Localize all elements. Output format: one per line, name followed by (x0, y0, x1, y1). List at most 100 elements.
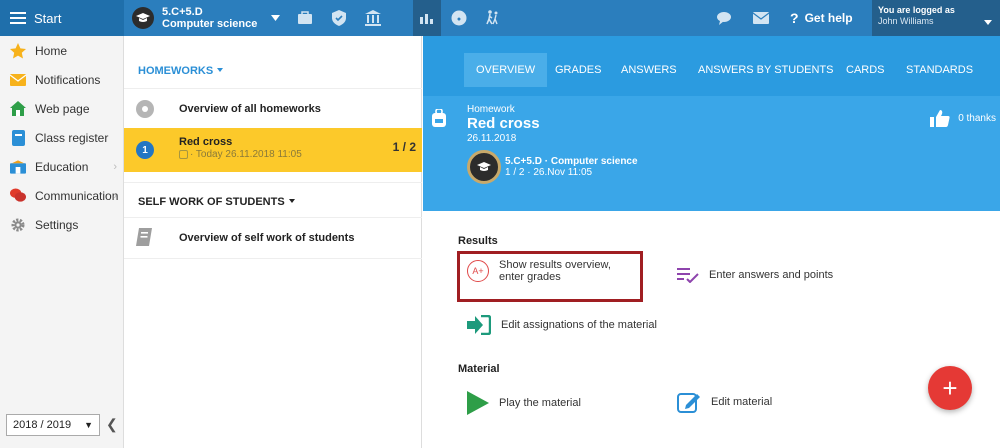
start-menu-button[interactable]: Start (0, 0, 124, 36)
sidebar-item-class-register[interactable]: Class register (0, 123, 123, 152)
thumbs-up-icon (930, 110, 950, 127)
hamburger-icon (10, 12, 26, 24)
homeworks-panel: HOMEWORKS Overview of all homeworks 1 Re… (124, 36, 422, 448)
results-heading: Results (458, 235, 498, 247)
select-arrow-icon: ▼ (84, 420, 93, 430)
star-icon (10, 42, 26, 59)
svg-text:●: ● (457, 16, 461, 23)
tab-answers-by-students[interactable]: ANSWERS BY STUDENTS (686, 53, 846, 87)
sidebar-item-notifications[interactable]: Notifications (0, 65, 123, 94)
all-homeworks-icon (136, 100, 154, 118)
class-subject: Computer science (162, 18, 258, 30)
overview-all-homeworks-label: Overview of all homeworks (179, 103, 321, 115)
material-heading: Material (458, 363, 500, 375)
user-menu[interactable]: You are logged as John Williams (872, 0, 1000, 36)
top-bar: Start 5.C+5.D Computer science ● ? Get h… (0, 0, 1000, 36)
edit-material-label: Edit material (711, 396, 773, 408)
chevron-down-icon (984, 20, 992, 25)
play-material-button[interactable]: Play the material (467, 391, 581, 415)
class-selector[interactable]: 5.C+5.D Computer science (132, 2, 281, 34)
sidebar-item-web-page[interactable]: Web page (0, 94, 123, 123)
sidebar-item-label: Web page (35, 101, 90, 116)
overview-self-work[interactable]: Overview of self work of students (124, 222, 422, 254)
briefcase-icon[interactable] (296, 9, 314, 27)
homework-item-title: Red cross (179, 136, 233, 148)
walking-person-icon[interactable] (484, 9, 502, 27)
chat-icon (10, 188, 26, 204)
school-year-value: 2018 / 2019 (13, 419, 72, 431)
backpack-icon (431, 108, 447, 130)
sidebar-item-label: Settings (35, 217, 79, 232)
edit-assignations-button[interactable]: Edit assignations of the material (467, 315, 657, 335)
help-button[interactable]: ? Get help (790, 0, 853, 36)
envelope-icon (10, 72, 26, 88)
homework-kind: Homework (467, 104, 515, 115)
chat-icon[interactable] (716, 9, 734, 27)
badge-icon[interactable]: ● (450, 9, 468, 27)
chevron-down-icon (271, 15, 281, 21)
sidebar-item-label: Education (35, 159, 89, 174)
edit-material-button[interactable]: Edit material (677, 391, 772, 413)
sidebar-item-communication[interactable]: Communication › (0, 181, 123, 210)
sidebar-item-home[interactable]: Home (0, 36, 123, 65)
sidebar-item-label: Home (35, 43, 68, 58)
edit-assignations-label: Edit assignations of the material (501, 319, 657, 331)
sidebar-item-education[interactable]: Education › (0, 152, 123, 181)
tab-overview[interactable]: OVERVIEW (464, 53, 548, 87)
overview-all-homeworks[interactable]: Overview of all homeworks (124, 90, 422, 128)
class-avatar (467, 150, 501, 184)
sidebar: Home Notifications Web page Class regist… (0, 36, 124, 448)
education-icon (10, 159, 26, 175)
homeworks-title: HOMEWORKS (138, 65, 214, 77)
add-button[interactable]: + (928, 366, 972, 410)
institution-icon[interactable] (364, 9, 382, 27)
homework-number-badge: 1 (136, 141, 154, 159)
homework-class: 5.C+5.D · Computer science (505, 156, 638, 167)
sidebar-item-label: Notifications (35, 72, 101, 87)
gear-icon (10, 217, 26, 233)
self-work-header[interactable]: SELF WORK OF STUDENTS (138, 196, 295, 208)
mail-icon[interactable] (752, 9, 770, 27)
thanks-button[interactable]: 0 thanks (930, 110, 996, 127)
homework-date: 26.11.2018 (467, 133, 517, 144)
homework-meta: 1 / 2 · 26.Nov 11:05 (505, 167, 593, 178)
bar-chart-icon (420, 14, 433, 24)
self-work-icon (136, 227, 152, 249)
homework-item-date: · Today 26.11.2018 11:05 (190, 149, 302, 160)
checklist-icon (677, 268, 699, 283)
self-work-title: SELF WORK OF STUDENTS (138, 196, 285, 208)
homeworks-header[interactable]: HOMEWORKS (138, 65, 224, 77)
user-name: John Williams (878, 16, 934, 26)
enter-answers-label: Enter answers and points (709, 269, 834, 281)
grade-a-plus-icon: A+ (467, 260, 489, 282)
shield-icon[interactable] (330, 9, 348, 27)
tab-answers[interactable]: ANSWERS (609, 53, 689, 87)
graduation-cap-icon (477, 162, 491, 171)
start-label: Start (34, 10, 62, 26)
chevron-right-icon: › (113, 160, 117, 173)
enter-answers-button[interactable]: Enter answers and points (677, 267, 833, 283)
sidebar-item-settings[interactable]: Settings (0, 210, 123, 239)
school-year-select[interactable]: 2018 / 2019 ▼ (6, 414, 100, 436)
tab-standards[interactable]: STANDARDS (894, 53, 985, 87)
play-icon (467, 391, 489, 415)
chevron-right-icon: › (113, 189, 117, 202)
main-tabs: OVERVIEW GRADES ANSWERS ANSWERS BY STUDE… (423, 36, 1000, 96)
show-results-button[interactable]: A+ Show results overview, enter grades (467, 259, 637, 283)
stats-tab[interactable] (413, 0, 441, 36)
collapse-sidebar-icon[interactable]: ❮ (106, 416, 118, 433)
register-icon (10, 129, 26, 146)
tab-cards[interactable]: CARDS (834, 53, 897, 87)
show-results-label: Show results overview, enter grades (499, 259, 611, 283)
homework-item-red-cross[interactable]: 1 Red cross · Today 26.11.2018 11:05 1 /… (124, 128, 422, 172)
homework-type-icon (179, 150, 188, 159)
tab-grades[interactable]: GRADES (543, 53, 613, 87)
class-name: 5.C+5.D (162, 6, 203, 18)
homework-content: Results A+ Show results overview, enter … (423, 211, 1000, 448)
homework-title: Red cross (467, 115, 540, 132)
edit-icon (677, 393, 700, 413)
sidebar-item-label: Communication (35, 188, 119, 203)
question-icon: ? (790, 10, 799, 26)
sidebar-item-label: Class register (35, 130, 109, 145)
graduation-cap-icon (132, 7, 154, 29)
